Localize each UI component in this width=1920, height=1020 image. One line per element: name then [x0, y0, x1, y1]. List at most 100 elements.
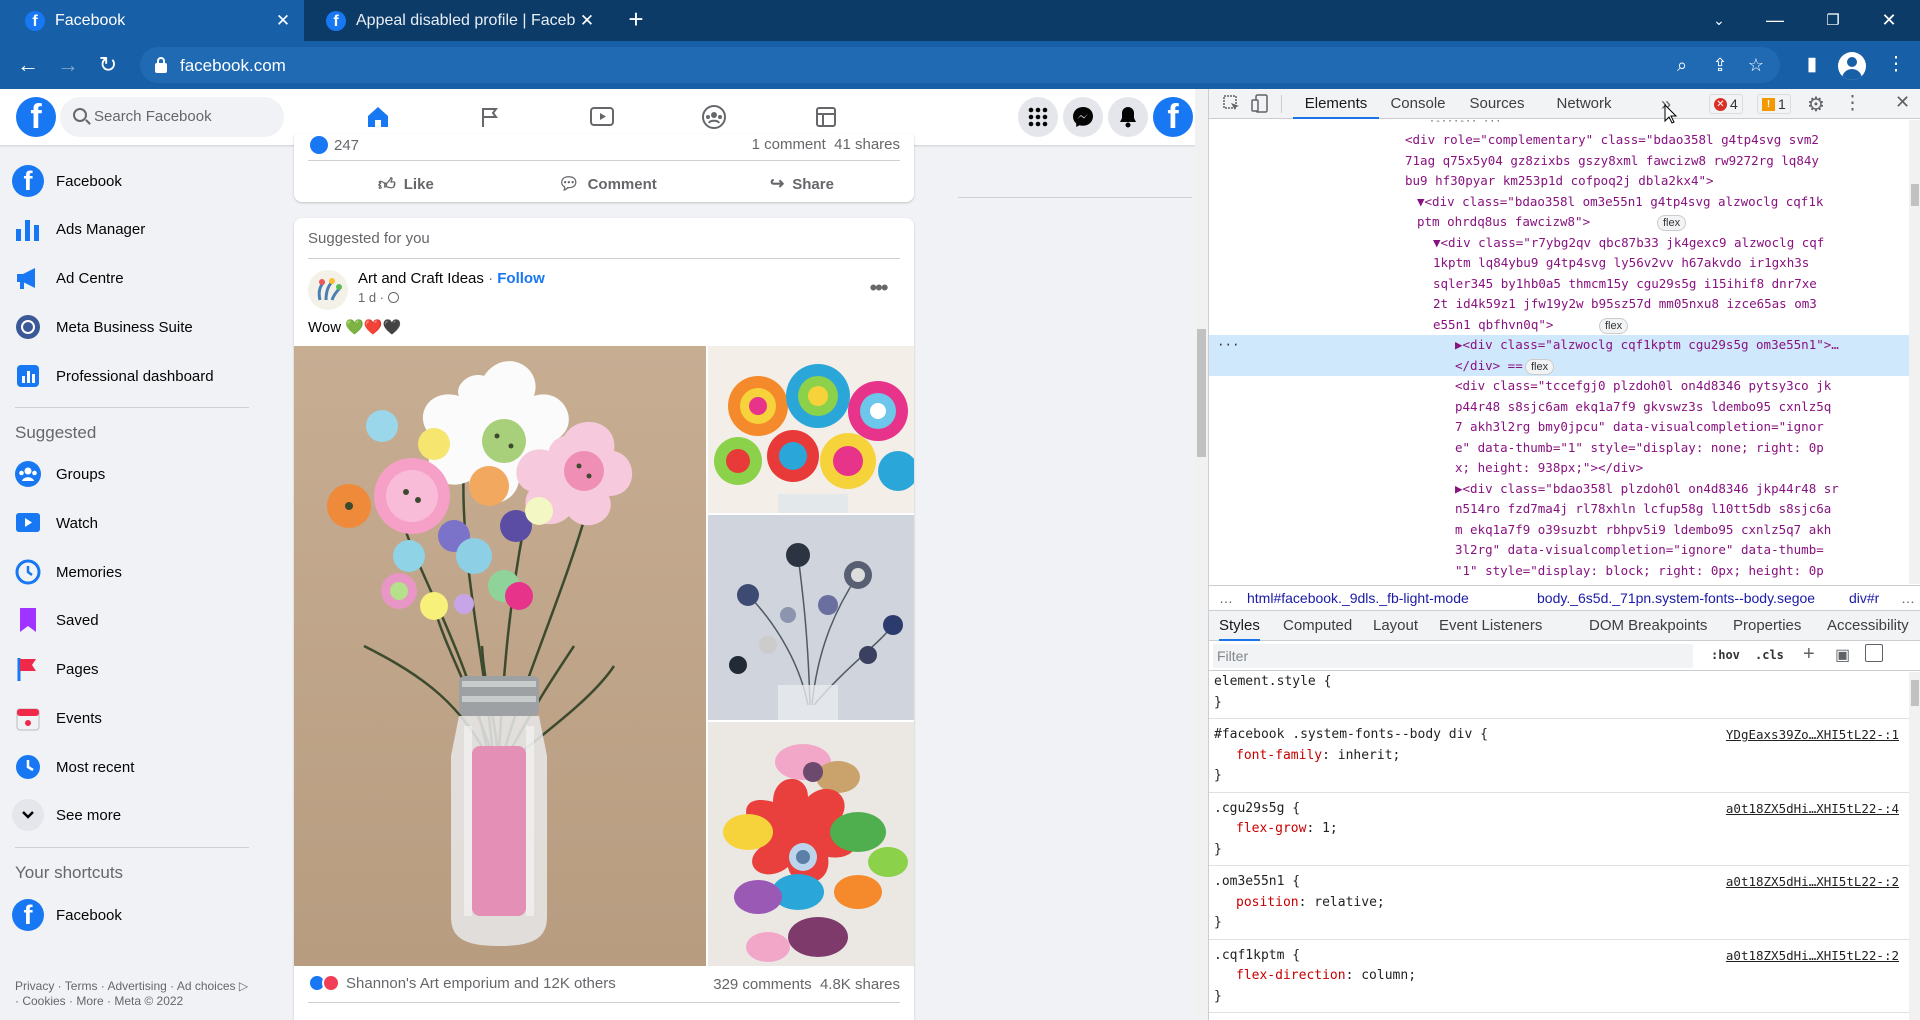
dom-line[interactable]: m ekq1a7f9 o39suzbt rbhpv5i9 ldembo95 cx…	[1209, 520, 1909, 541]
profile-avatar-icon[interactable]	[1838, 52, 1866, 80]
dom-line[interactable]: ▼<div class="r7ybg2qv qbc87b33 jk4gexc9 …	[1209, 233, 1909, 254]
dom-line[interactable]: x; height: 938px;"></div>	[1209, 458, 1909, 479]
post-photo-main[interactable]	[294, 346, 706, 966]
rule-source-link[interactable]: a0t18ZX5dHi…XHI5tL22-:2	[1726, 872, 1899, 893]
post-photo-dark-buttons[interactable]	[708, 515, 914, 720]
follow-link[interactable]: Follow	[497, 270, 545, 287]
breadcrumb-div[interactable]: div#r	[1849, 590, 1879, 606]
flex-badge[interactable]: flex	[1525, 358, 1555, 375]
rule-selector[interactable]: element.style {	[1214, 672, 1909, 693]
like-button[interactable]: 👍︎ Like	[378, 174, 434, 195]
shortcut-item-facebook[interactable]: f Facebook	[12, 892, 252, 938]
element-state-icon[interactable]: ▣	[1835, 645, 1850, 665]
address-bar[interactable]: facebook.com ⌕ ⇪ ☆	[140, 47, 1780, 83]
sidebar-item-saved[interactable]: Saved	[12, 597, 252, 643]
close-tab-icon[interactable]: ✕	[576, 10, 598, 32]
author-name[interactable]: Art and Craft Ideas	[358, 270, 484, 287]
cls-toggle[interactable]: .cls	[1755, 648, 1784, 662]
browser-tab-appeal[interactable]: f Appeal disabled profile | Facebook ✕	[318, 0, 608, 41]
dom-line[interactable]: n514ro fzd7ma4j rl78xhln lcfup58g l10tt5…	[1209, 499, 1909, 520]
customize-kebab-icon[interactable]: ⋮	[1843, 92, 1862, 115]
rule-source-link[interactable]: a0t18ZX5dHi…XHI5tL22-:4	[1726, 799, 1899, 820]
dom-line[interactable]: 7 akh3l2rg bmy0jpcu" data-visualcompleti…	[1209, 417, 1909, 438]
styles-rules[interactable]: element.style {} #facebook .system-fonts-…	[1209, 672, 1909, 1020]
subtab-layout[interactable]: Layout	[1373, 611, 1418, 641]
dom-line[interactable]: 1kptm lq84ybu9 g4tp4svg ly56v2vv h67akvd…	[1209, 253, 1909, 274]
styles-scrollbar[interactable]	[1909, 672, 1920, 1020]
tab-network[interactable]: Network	[1539, 89, 1629, 119]
account-avatar-icon[interactable]: f	[1153, 97, 1193, 137]
subtab-dom-breakpoints[interactable]: DOM Breakpoints	[1589, 611, 1707, 641]
dom-line[interactable]: e55n1 qbfhvn0q"> flex	[1209, 315, 1909, 336]
flex-badge[interactable]: flex	[1657, 215, 1687, 231]
sidebar-item-ad-centre[interactable]: Ad Centre	[12, 255, 252, 301]
post-photo-fabric-flowers[interactable]	[708, 722, 914, 966]
dom-scrollbar[interactable]	[1909, 120, 1920, 584]
bookmark-star-icon[interactable]: ☆	[1744, 53, 1768, 77]
breadcrumb-body[interactable]: body._6s5d._71pn.system-fonts--body.sego…	[1537, 590, 1815, 606]
styles-filter-input[interactable]: Filter	[1213, 644, 1693, 668]
dom-line[interactable]: </div> == $0 flex	[1209, 355, 1909, 376]
dom-line[interactable]: sqler345 by1hb0a5 thmcm15y cgu29s5g i15i…	[1209, 274, 1909, 295]
tab-sources[interactable]: Sources	[1455, 89, 1539, 119]
browser-tab-facebook[interactable]: f Facebook ✕	[0, 0, 304, 41]
dom-line[interactable]: <div class="tccefgj0 plzdoh0l on4d8346 p…	[1209, 376, 1909, 397]
page-avatar[interactable]	[308, 270, 348, 310]
dom-line[interactable]: p44r48 s8sjc6am ekq1a7f9 gkvswz3s ldembo…	[1209, 397, 1909, 418]
post-stats[interactable]: 329 comments 4.8K shares	[713, 976, 900, 993]
comment-button[interactable]: 💬︎ Comment	[558, 174, 657, 194]
rule-declaration[interactable]: flex-direction: column;	[1214, 966, 1909, 987]
dom-line[interactable]: ptm ohrdq8us fawcizw8"> flex	[1209, 212, 1909, 233]
dom-line[interactable]: 3l2rg" data-visualcompletion="ignore" da…	[1209, 540, 1909, 561]
search-input[interactable]: Search Facebook	[60, 97, 284, 137]
dom-line[interactable]: ▼<div class="bdao358l om3e55n1 g4tp4svg …	[1209, 192, 1909, 213]
page-scrollbar-thumb[interactable]	[1197, 329, 1206, 457]
style-rule[interactable]: element.style {}	[1209, 672, 1909, 719]
menu-kebab-icon[interactable]: ⋮	[1880, 49, 1912, 81]
subtab-properties[interactable]: Properties	[1733, 611, 1801, 641]
sidebar-item-facebook[interactable]: f Facebook	[12, 158, 252, 204]
reload-button[interactable]: ↻	[92, 49, 124, 81]
settings-gear-icon[interactable]: ⚙	[1807, 92, 1825, 117]
rule-declaration[interactable]: flex-grow: 1;	[1214, 819, 1909, 840]
sidebar-item-ads-manager[interactable]: Ads Manager	[12, 206, 252, 252]
subtab-computed[interactable]: Computed	[1283, 611, 1352, 641]
style-rule[interactable]: .cqf1kptm {flex-direction: column;} a0t18…	[1209, 946, 1909, 1013]
new-style-rule-icon[interactable]: +	[1803, 643, 1815, 666]
reaction-summary[interactable]: 247	[310, 136, 359, 154]
style-rule[interactable]: .om3e55n1 {position: relative;} a0t18ZX5d…	[1209, 872, 1909, 940]
restore-button[interactable]: ❐	[1810, 0, 1856, 41]
post-time[interactable]: 1 d ·	[358, 290, 399, 305]
dom-line[interactable]: <div role="complementary" class="bdao358…	[1209, 130, 1909, 151]
rule-declaration[interactable]: font-family: inherit;	[1214, 746, 1909, 767]
sidebar-item-watch[interactable]: Watch	[12, 500, 252, 546]
hov-toggle[interactable]: :hov	[1711, 648, 1740, 662]
tab-elements[interactable]: Elements	[1293, 89, 1379, 119]
breadcrumb-overflow[interactable]: …	[1219, 590, 1233, 606]
post-photo-felt-flowers[interactable]	[708, 346, 914, 513]
style-rule[interactable]: .cgu29s5g {flex-grow: 1;} a0t18ZX5dHi…XHI…	[1209, 799, 1909, 866]
close-window-button[interactable]: ✕	[1866, 0, 1912, 41]
sidebar-item-memories[interactable]: Memories	[12, 549, 252, 595]
dom-line[interactable]: 2t id4k59z1 jfw19y2w b95sz57d mm05nxu8 i…	[1209, 294, 1909, 315]
tab-search-chevron-icon[interactable]: ⌄	[1696, 0, 1742, 41]
subtab-styles[interactable]: Styles	[1219, 611, 1260, 641]
sidebar-item-most-recent[interactable]: Most recent	[12, 744, 252, 790]
notifications-button[interactable]	[1108, 97, 1148, 137]
subtab-accessibility[interactable]: Accessibility	[1827, 611, 1909, 641]
sidebar-item-professional-dashboard[interactable]: Professional dashboard	[12, 353, 252, 399]
footer-links[interactable]: Privacy · Terms · Advertising · Ad choic…	[15, 979, 255, 1009]
menu-grid-button[interactable]	[1018, 97, 1058, 137]
style-rule[interactable]: #facebook .system-fonts--body div {font-…	[1209, 725, 1909, 793]
messenger-button[interactable]	[1063, 97, 1103, 137]
new-tab-button[interactable]: +	[622, 6, 650, 34]
post-stats[interactable]: 1 comment 41 shares	[752, 136, 900, 153]
sidebar-item-groups[interactable]: Groups	[12, 451, 252, 497]
dom-line[interactable]: 71ag q75x5y04 gz8zixbs gszy8xml fawcizw8…	[1209, 151, 1909, 172]
dom-line[interactable]: e" data-thumb="1" style="display: none; …	[1209, 438, 1909, 459]
error-count-badge[interactable]: ✕ 4	[1709, 94, 1743, 114]
side-panel-icon[interactable]: ▮	[1796, 49, 1828, 81]
share-icon[interactable]: ⇪	[1708, 53, 1732, 77]
flex-badge[interactable]: flex	[1599, 317, 1629, 334]
more-options-icon[interactable]: •••	[860, 274, 896, 306]
